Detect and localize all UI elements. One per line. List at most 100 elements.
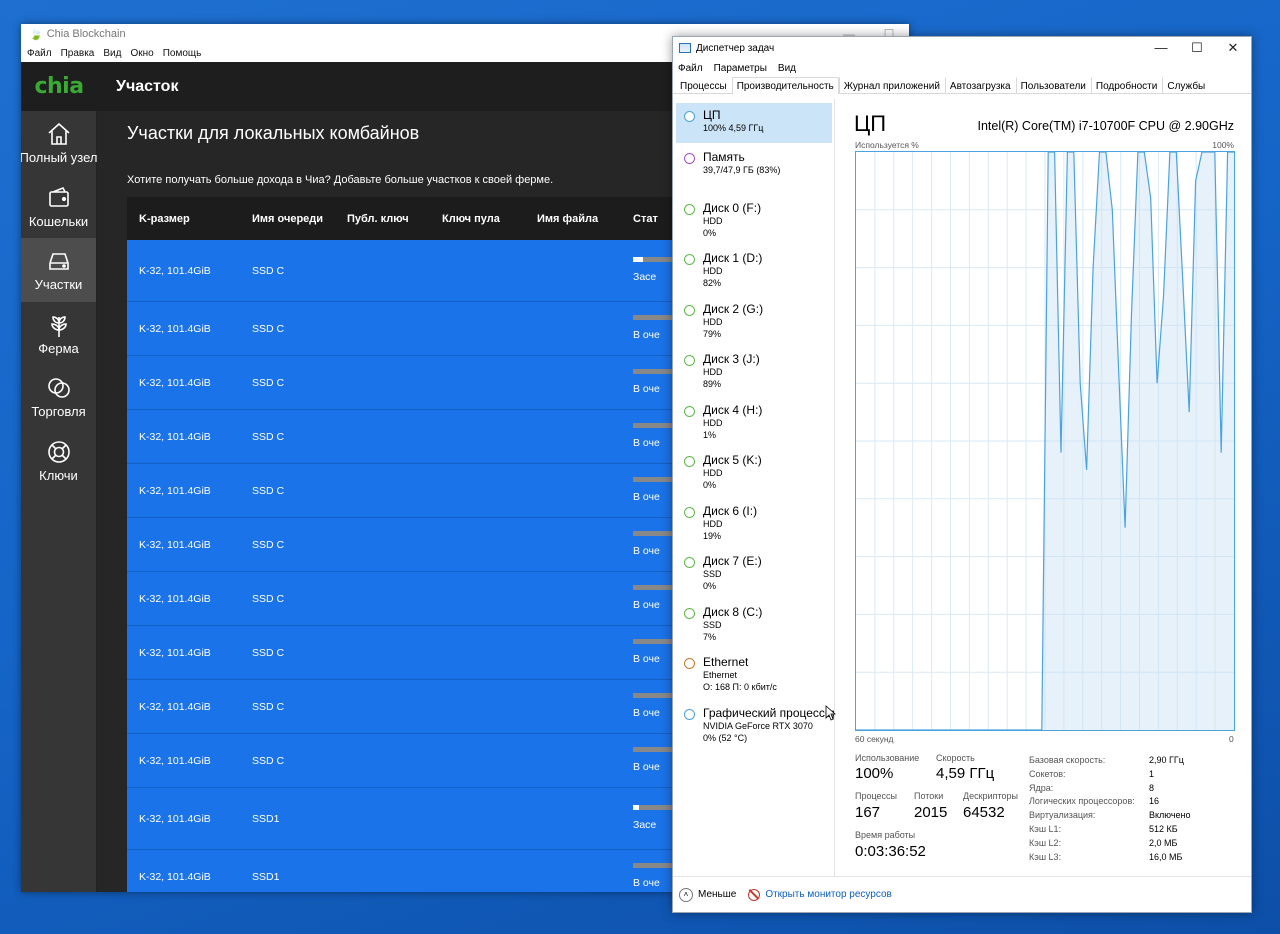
table-row[interactable]: K-32, 101.4GiB SSD1 В оче bbox=[127, 850, 687, 892]
status-text: В оче bbox=[633, 545, 660, 557]
sidebar-item-label: Кошельки bbox=[28, 213, 89, 229]
resource-item[interactable]: Диск 0 (F:) HDD 0% bbox=[673, 194, 834, 245]
status-progress-bar bbox=[633, 639, 673, 644]
cell-queue: SSD1 bbox=[252, 812, 280, 825]
sidebar-item-farm[interactable]: Ферма bbox=[21, 302, 96, 366]
table-row[interactable]: K-32, 101.4GiB SSD C В оче bbox=[127, 572, 687, 626]
resource-item[interactable]: Память 39,7/47,9 ГБ (83%) bbox=[673, 143, 834, 194]
table-row[interactable]: K-32, 101.4GiB SSD C В оче bbox=[127, 626, 687, 680]
spec-value: 2,0 МБ bbox=[1149, 837, 1178, 848]
resource-name: Графический процессор 0 bbox=[703, 705, 834, 720]
tm-menu-file[interactable]: Файл bbox=[678, 63, 703, 74]
resource-item[interactable]: Графический процессор 0 NVIDIA GeForce RT… bbox=[673, 699, 834, 750]
tab-users[interactable]: Пользователи bbox=[1015, 77, 1091, 93]
tab-details[interactable]: Подробности bbox=[1090, 77, 1162, 93]
sidebar-item-wallets[interactable]: Кошельки bbox=[21, 175, 96, 239]
spec-value: 16 bbox=[1149, 796, 1160, 807]
uptime-value: 0:03:36:52 bbox=[855, 843, 926, 860]
resource-detail: HDD bbox=[703, 367, 723, 377]
close-button[interactable]: ✕ bbox=[1215, 40, 1251, 56]
resource-usage: 0% bbox=[703, 581, 717, 591]
sidebar-item-label: Участки bbox=[34, 277, 83, 293]
resource-item[interactable]: Ethernet Ethernet О: 168 П: 0 кбит/с bbox=[673, 648, 834, 699]
resource-detail: HDD bbox=[703, 468, 723, 478]
table-row[interactable]: K-32, 101.4GiB SSD C В оче bbox=[127, 518, 687, 572]
cell-queue: SSD C bbox=[252, 646, 285, 659]
sidebar-item-label: Ферма bbox=[38, 340, 79, 356]
resource-item[interactable]: Диск 7 (E:) SSD 0% bbox=[673, 547, 834, 598]
resource-graph-icon bbox=[684, 557, 695, 568]
resource-item[interactable]: ЦП 100% 4,59 ГГц bbox=[676, 103, 832, 143]
cell-queue: SSD C bbox=[252, 592, 285, 605]
cell-k-size: K-32, 101.4GiB bbox=[139, 812, 211, 825]
resource-name: Диск 1 (D:) bbox=[703, 251, 763, 265]
resource-name: Диск 6 (I:) bbox=[703, 503, 758, 518]
open-resource-monitor-link[interactable]: Открыть монитор ресурсов bbox=[765, 889, 892, 900]
resource-item[interactable]: Диск 4 (H:) HDD 1% bbox=[673, 396, 834, 447]
spec-value: 512 КБ bbox=[1149, 824, 1178, 834]
sidebar-item-trade[interactable]: Торговля bbox=[21, 365, 96, 429]
graph-x-left-label: 60 секунд bbox=[855, 734, 894, 744]
resource-item[interactable]: Диск 6 (I:) HDD 19% bbox=[673, 497, 834, 548]
col-filename[interactable]: Имя файла bbox=[537, 213, 633, 225]
sidebar-item-full-node[interactable]: Полный узел bbox=[21, 111, 97, 175]
resource-name: Диск 4 (H:) bbox=[703, 402, 763, 417]
status-text: В оче bbox=[633, 329, 660, 341]
col-pubkey[interactable]: Публ. ключ bbox=[347, 213, 442, 225]
tab-services[interactable]: Службы bbox=[1162, 77, 1210, 93]
tm-menu-options[interactable]: Параметры bbox=[714, 63, 767, 74]
table-row[interactable]: K-32, 101.4GiB SSD1 Засе bbox=[127, 788, 687, 850]
sidebar-item-plots[interactable]: Участки bbox=[21, 238, 96, 302]
cell-queue: SSD C bbox=[252, 700, 285, 713]
table-row[interactable]: K-32, 101.4GiB SSD C В оче bbox=[127, 410, 687, 464]
status-progress-bar bbox=[633, 423, 673, 428]
resource-name: ЦП bbox=[703, 108, 721, 122]
table-row[interactable]: K-32, 101.4GiB SSD C В оче bbox=[127, 302, 687, 356]
cell-k-size: K-32, 101.4GiB bbox=[139, 322, 211, 335]
spec-label: Виртуализация: bbox=[1029, 810, 1096, 821]
minimize-button[interactable]: — bbox=[1143, 40, 1179, 56]
resource-graph-icon bbox=[684, 456, 695, 467]
resource-graph-icon bbox=[684, 355, 695, 366]
page-title: Участок bbox=[116, 77, 179, 95]
status-text: Засе bbox=[633, 819, 657, 831]
spec-label: Ядра: bbox=[1029, 782, 1054, 793]
col-queue[interactable]: Имя очереди bbox=[252, 213, 347, 225]
resource-item[interactable]: Диск 1 (D:) HDD 82% bbox=[673, 244, 834, 295]
col-k-size[interactable]: K-размер bbox=[127, 213, 252, 225]
tab-app-history[interactable]: Журнал приложений bbox=[838, 77, 945, 93]
tab-processes[interactable]: Процессы bbox=[675, 77, 732, 93]
chevron-up-icon[interactable]: ˄ bbox=[679, 887, 693, 902]
table-row[interactable]: K-32, 101.4GiB SSD C В оче bbox=[127, 734, 687, 788]
status-progress-bar bbox=[633, 369, 673, 374]
status-text: В оче bbox=[633, 491, 660, 503]
table-row[interactable]: K-32, 101.4GiB SSD C В оче bbox=[127, 680, 687, 734]
menu-help[interactable]: Помощь bbox=[163, 48, 202, 59]
tm-titlebar: Диспетчер задач — ☐ ✕ bbox=[673, 37, 1251, 59]
maximize-button[interactable]: ☐ bbox=[1179, 40, 1215, 56]
table-row[interactable]: K-32, 101.4GiB SSD C В оче bbox=[127, 356, 687, 410]
tab-performance[interactable]: Производительность bbox=[731, 77, 839, 94]
sidebar-item-keys[interactable]: Ключи bbox=[21, 429, 96, 493]
resource-name: Диск 8 (C:) bbox=[703, 604, 763, 619]
plots-subtitle: Хотите получать больше дохода в Чиа? Доб… bbox=[127, 174, 554, 186]
resource-item[interactable]: Диск 2 (G:) HDD 79% bbox=[673, 295, 834, 346]
status-progress-bar bbox=[633, 747, 673, 752]
menu-view[interactable]: Вид bbox=[103, 48, 121, 59]
col-poolkey[interactable]: Ключ пула bbox=[442, 213, 537, 225]
tm-menu-view[interactable]: Вид bbox=[778, 63, 796, 74]
table-row[interactable]: K-32, 101.4GiB SSD C Засе bbox=[127, 240, 687, 302]
menu-edit[interactable]: Правка bbox=[61, 48, 95, 59]
status-progress-bar bbox=[633, 257, 673, 262]
fewer-details-button[interactable]: Меньше bbox=[698, 889, 736, 900]
resource-item[interactable]: Диск 8 (C:) SSD 7% bbox=[673, 598, 834, 649]
resource-item[interactable]: Диск 5 (K:) HDD 0% bbox=[673, 446, 834, 497]
menu-file[interactable]: Файл bbox=[27, 48, 52, 59]
mouse-cursor-icon bbox=[825, 705, 837, 721]
task-manager-icon bbox=[679, 43, 691, 53]
status-text: Засе bbox=[633, 271, 657, 283]
resource-item[interactable]: Диск 3 (J:) HDD 89% bbox=[673, 345, 834, 396]
table-row[interactable]: K-32, 101.4GiB SSD C В оче bbox=[127, 464, 687, 518]
tab-startup[interactable]: Автозагрузка bbox=[944, 77, 1016, 93]
menu-window[interactable]: Окно bbox=[130, 48, 153, 59]
